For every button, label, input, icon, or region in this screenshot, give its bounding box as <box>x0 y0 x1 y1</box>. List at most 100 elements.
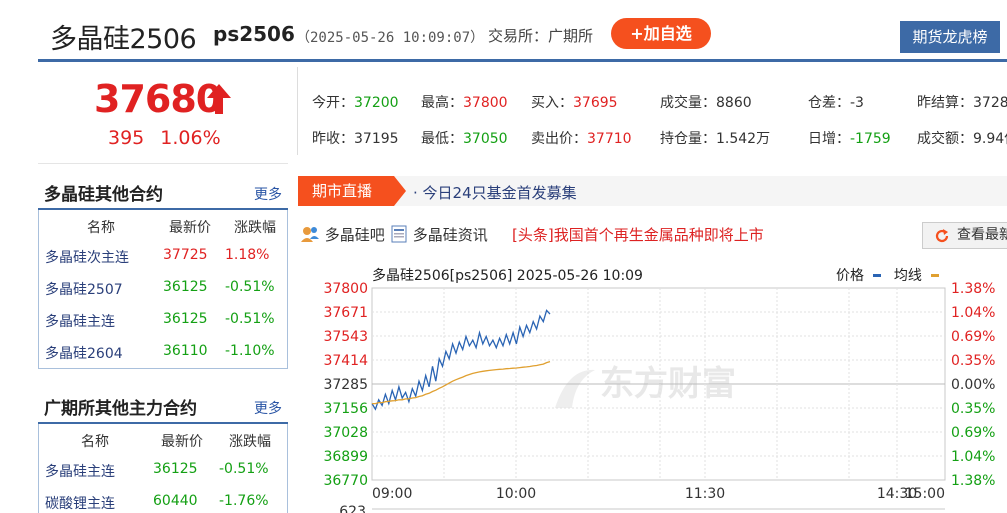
other-contracts-panel: 多晶硅其他合约 更多 名称 最新价 涨跌幅 多晶硅次主连 37725 1.18% 多晶… <box>38 172 288 369</box>
x-tick: 10:00 <box>496 486 536 502</box>
quote-header: 多晶硅2506 ps2506 （2025-05-26 10:09:07） 交易所… <box>38 4 1007 62</box>
futures-dragon-tiger-button[interactable]: 期货龙虎榜 <box>900 21 1000 53</box>
stat-open-interest: 持仓量：1.542万 <box>660 131 771 147</box>
headline-link[interactable]: [头条]我国首个再生金属品种即将上市 <box>512 224 764 245</box>
contract-name[interactable]: 碳酸锂主连 <box>45 493 115 513</box>
view-latest-button[interactable]: 查看最新 <box>922 222 1007 249</box>
y-tick-left: 37671 <box>323 305 368 321</box>
contract-change: -1.76% <box>219 493 269 509</box>
contract-change: -0.51% <box>225 279 275 295</box>
price-change: 395 1.06% <box>108 127 237 149</box>
y-tick-right: 0.35% <box>951 401 995 417</box>
stat-daily-increase: 日增：-1759 <box>808 131 891 147</box>
y-tick-right: 0.69% <box>951 425 995 441</box>
refresh-icon <box>935 229 949 243</box>
contracts-table: 名称 最新价 涨跌幅 多晶硅主连 36125 -0.51% 碳酸锂主连 60440 -1.… <box>38 424 288 513</box>
news-icon <box>391 225 407 243</box>
y-tick-right: 1.04% <box>951 305 995 321</box>
more-link[interactable]: 更多 <box>254 184 282 204</box>
x-tick: 15:00 <box>905 486 945 502</box>
y-tick-right: 0.35% <box>951 353 995 369</box>
y-tick-left: 37414 <box>323 353 368 369</box>
stat-high: 最高：37800 <box>421 95 508 111</box>
watermark-logo <box>555 369 595 408</box>
panel-header: 多晶硅其他合约 更多 <box>38 172 288 210</box>
table-header: 名称 最新价 涨跌幅 <box>81 434 271 450</box>
change-value: 395 <box>108 127 145 149</box>
price-block: 37680 395 1.06% <box>38 67 298 155</box>
y-tick-left: 36770 <box>323 473 368 489</box>
panel-title: 多晶硅其他合约 <box>44 185 163 205</box>
table-row[interactable]: 多晶硅次主连 37725 1.18% <box>39 240 287 272</box>
stat-low: 最低：37050 <box>421 131 508 147</box>
contract-name[interactable]: 多晶硅次主连 <box>45 247 129 267</box>
average-line <box>372 360 551 405</box>
table-row[interactable]: 多晶硅2507 36125 -0.51% <box>39 272 287 304</box>
y-tick-right: 1.04% <box>951 449 995 465</box>
news-ticker[interactable]: · 今日24只基金首发募集 <box>413 182 577 203</box>
y-tick-left: 36899 <box>323 449 368 465</box>
stat-bid: 买入：37695 <box>531 95 618 111</box>
contract-title: 多晶硅2506 <box>50 24 197 55</box>
stat-volume: 成交量：8860 <box>660 95 752 111</box>
up-arrow-icon <box>207 84 231 114</box>
volume-axis-label: 623 <box>339 504 366 513</box>
forum-link[interactable]: 多晶硅吧 <box>300 224 385 245</box>
stat-open: 今开：37200 <box>312 95 399 111</box>
stat-ask: 卖出价：37710 <box>531 131 632 147</box>
more-link[interactable]: 更多 <box>254 398 282 418</box>
contract-name[interactable]: 多晶硅主连 <box>45 311 115 331</box>
table-header: 名称 最新价 涨跌幅 <box>87 220 276 236</box>
contract-name[interactable]: 多晶硅主连 <box>45 461 115 481</box>
y-tick-right: 1.38% <box>951 473 995 489</box>
contract-change: 1.18% <box>225 247 270 263</box>
y-tick-left: 37285 <box>323 377 368 393</box>
table-row[interactable]: 多晶硅主连 36125 -0.51% <box>39 304 287 336</box>
contract-price: 37725 <box>163 247 208 263</box>
y-tick-left: 37028 <box>323 425 368 441</box>
panel-header: 广期所其他主力合约 更多 <box>38 386 288 424</box>
contract-change: -1.10% <box>225 343 275 359</box>
x-tick: 09:00 <box>372 486 412 502</box>
y-tick-right: 1.38% <box>951 281 995 297</box>
tab-futures-live[interactable]: 期市直播 <box>298 176 406 206</box>
y-tick-left: 37543 <box>323 329 368 345</box>
contract-price: 36125 <box>163 311 208 327</box>
contract-change: -0.51% <box>225 311 275 327</box>
last-price: 37680 <box>94 77 222 121</box>
quick-links: 多晶硅吧 多晶硅资讯 [头条]我国首个再生金属品种即将上市 查看最新 <box>300 222 1007 249</box>
contract-price: 60440 <box>153 493 198 509</box>
y-tick-left: 37156 <box>323 401 368 417</box>
stat-prev-settle: 昨结算：37285 <box>917 95 1007 111</box>
exchange-main-contracts-panel: 广期所其他主力合约 更多 名称 最新价 涨跌幅 多晶硅主连 36125 -0.51%… <box>38 386 288 513</box>
table-row[interactable]: 多晶硅主连 36125 -0.51% <box>39 454 287 486</box>
change-percent: 1.06% <box>160 127 221 149</box>
add-watchlist-button[interactable]: +加自选 <box>611 18 711 49</box>
live-tab-bar: 期市直播 · 今日24只基金首发募集 <box>298 176 1007 206</box>
contract-price: 36125 <box>153 461 198 477</box>
news-link[interactable]: 多晶硅资讯 <box>390 224 488 245</box>
people-icon <box>301 227 319 242</box>
stat-oi-diff: 仓差：-3 <box>808 95 864 111</box>
contract-price: 36125 <box>163 279 208 295</box>
y-tick-right: 0.69% <box>951 329 995 345</box>
x-tick: 11:30 <box>685 486 725 502</box>
table-row[interactable]: 碳酸锂主连 60440 -1.76% <box>39 486 287 513</box>
exchange-label: 交易所：广期所 <box>488 27 594 45</box>
y-tick-right: 0.00% <box>951 377 995 393</box>
chart-canvas[interactable]: 东方财富37800 1.38%37671 1.04%37543 0.69%37414 0… <box>300 258 1007 513</box>
section-divider <box>38 163 288 164</box>
stat-prev-close: 昨收：37195 <box>312 131 399 147</box>
contract-code: ps2506 <box>213 22 295 46</box>
panel-title: 广期所其他主力合约 <box>44 399 197 419</box>
table-row[interactable]: 多晶硅2604 36110 -1.10% <box>39 336 287 368</box>
y-tick-left: 37800 <box>323 281 368 297</box>
contracts-table: 名称 最新价 涨跌幅 多晶硅次主连 37725 1.18% 多晶硅2507 36125 -… <box>38 210 288 369</box>
contract-name[interactable]: 多晶硅2507 <box>45 279 123 299</box>
stat-turnover: 成交额：9.94亿 <box>917 131 1007 147</box>
contract-change: -0.51% <box>219 461 269 477</box>
contract-name[interactable]: 多晶硅2604 <box>45 343 123 363</box>
quote-time: （2025-05-26 10:09:07） <box>296 30 485 46</box>
intraday-chart: 多晶硅2506[ps2506] 2025-05-26 10:09 价格 均线 东… <box>300 258 1007 513</box>
contract-price: 36110 <box>163 343 208 359</box>
